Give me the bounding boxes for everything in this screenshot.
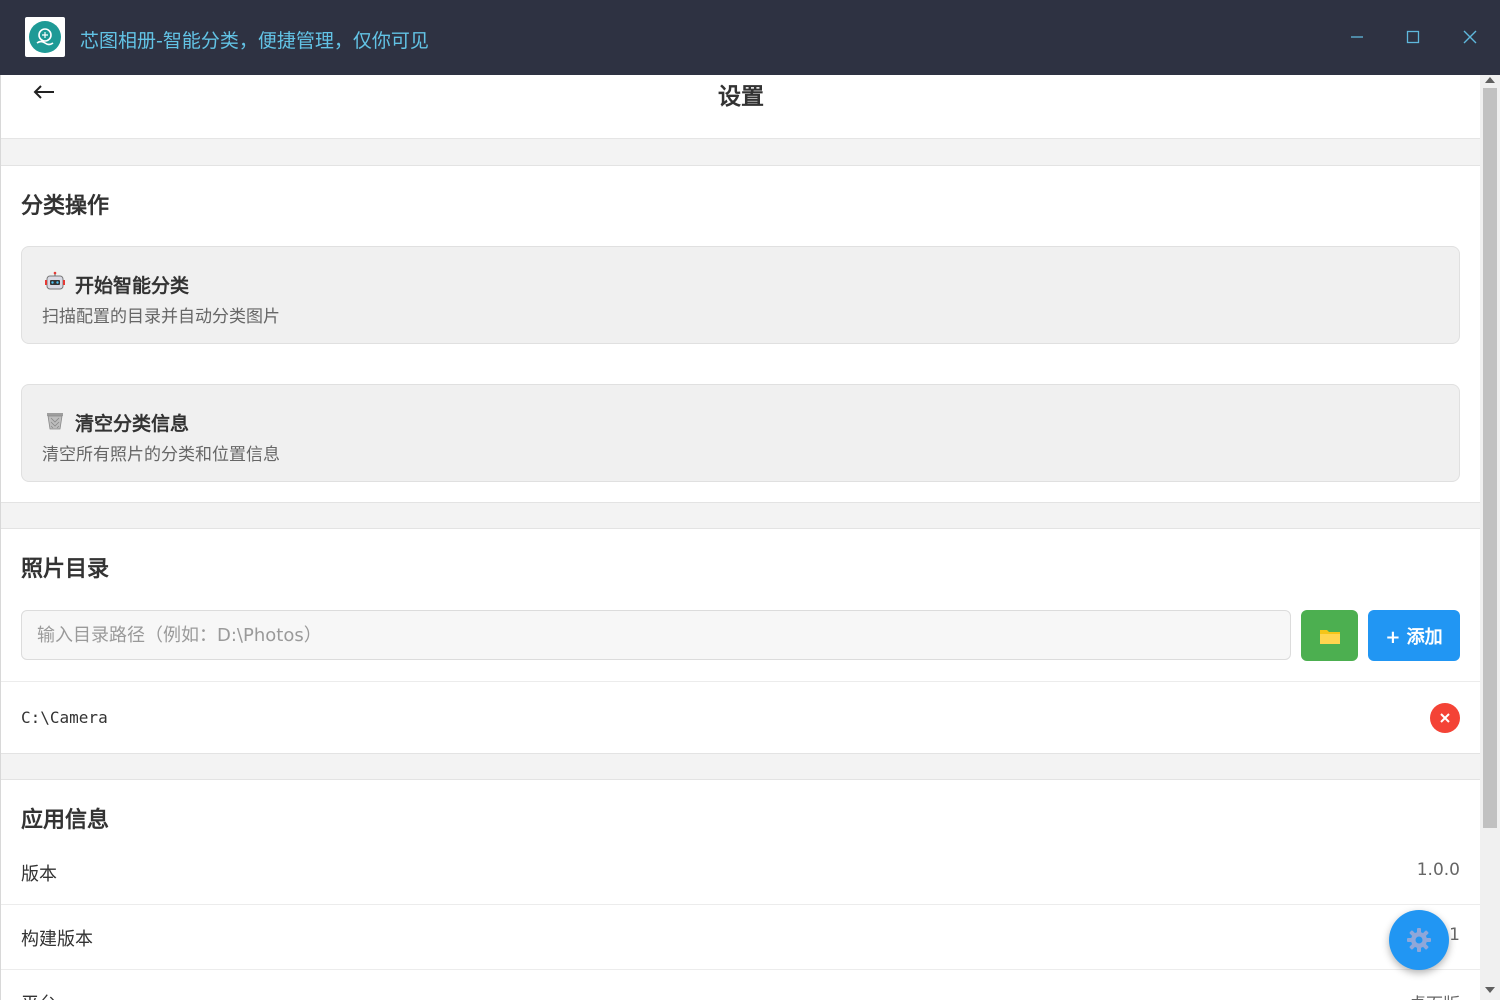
folder-icon (1319, 629, 1340, 644)
card-description: 扫描配置的目录并自动分类图片 (42, 307, 280, 327)
start-classification-button[interactable]: 开始智能分类 扫描配置的目录并自动分类图片 (21, 246, 1460, 344)
minimize-icon[interactable] (1342, 22, 1372, 52)
remove-directory-button[interactable] (1430, 703, 1460, 733)
directory-path: C:\Camera (21, 708, 108, 727)
section-title: 应用信息 (21, 808, 110, 833)
section-title: 分类操作 (21, 194, 110, 219)
info-row-version: 版本 1.0.0 (1, 840, 1480, 905)
info-row-platform: 平台 桌面版 (1, 970, 1480, 1000)
settings-fab-button[interactable] (1389, 910, 1449, 970)
app-logo-icon (25, 17, 65, 57)
app-info-section: 应用信息 版本 1.0.0 构建版本 2021 平台 桌面版 (1, 779, 1480, 1000)
card-title: 清空分类信息 (75, 413, 190, 435)
page-header: 设置 (1, 75, 1480, 139)
info-label: 平台 (21, 990, 57, 1000)
classification-section: 分类操作 开始智能分类 扫描配置的目录并自动分类图片 清空分类信息 清空所有照片… (1, 165, 1480, 503)
card-description: 清空所有照片的分类和位置信息 (42, 445, 280, 465)
remove-icon (1440, 713, 1450, 723)
section-title: 照片目录 (21, 557, 110, 582)
close-icon[interactable] (1455, 22, 1485, 52)
settings-page: 设置 分类操作 开始智能分类 扫描配置的目录并自动分类图片 清空分类信息 清空所… (0, 75, 1480, 1000)
scroll-up-icon[interactable] (1485, 77, 1495, 83)
scroll-thumb[interactable] (1483, 88, 1497, 828)
info-label: 版本 (21, 864, 57, 885)
trash-icon (47, 413, 63, 430)
vertical-scrollbar[interactable] (1480, 75, 1500, 1000)
browse-folder-button[interactable] (1301, 610, 1358, 661)
add-directory-button[interactable]: + 添加 (1368, 610, 1460, 661)
info-value: 1.0.0 (1416, 860, 1460, 880)
photo-directories-section: 照片目录 + 添加 C:\Camera (1, 528, 1480, 754)
info-label: 构建版本 (21, 929, 93, 950)
info-row-build: 构建版本 2021 (1, 905, 1480, 970)
gear-icon (1407, 928, 1431, 952)
window-titlebar: 芯图相册-智能分类，便捷管理，仅你可见 (0, 0, 1500, 75)
info-value: 桌面版 (1409, 990, 1460, 1000)
scroll-down-icon[interactable] (1485, 987, 1495, 993)
directory-path-input[interactable] (21, 610, 1291, 660)
directory-list-item: C:\Camera (1, 681, 1480, 753)
card-title: 开始智能分类 (75, 275, 190, 297)
clear-classification-button[interactable]: 清空分类信息 清空所有照片的分类和位置信息 (21, 384, 1460, 482)
page-title: 设置 (718, 84, 764, 110)
robot-icon (45, 271, 65, 290)
maximize-icon[interactable] (1398, 22, 1428, 52)
window-title: 芯图相册-智能分类，便捷管理，仅你可见 (80, 30, 429, 52)
